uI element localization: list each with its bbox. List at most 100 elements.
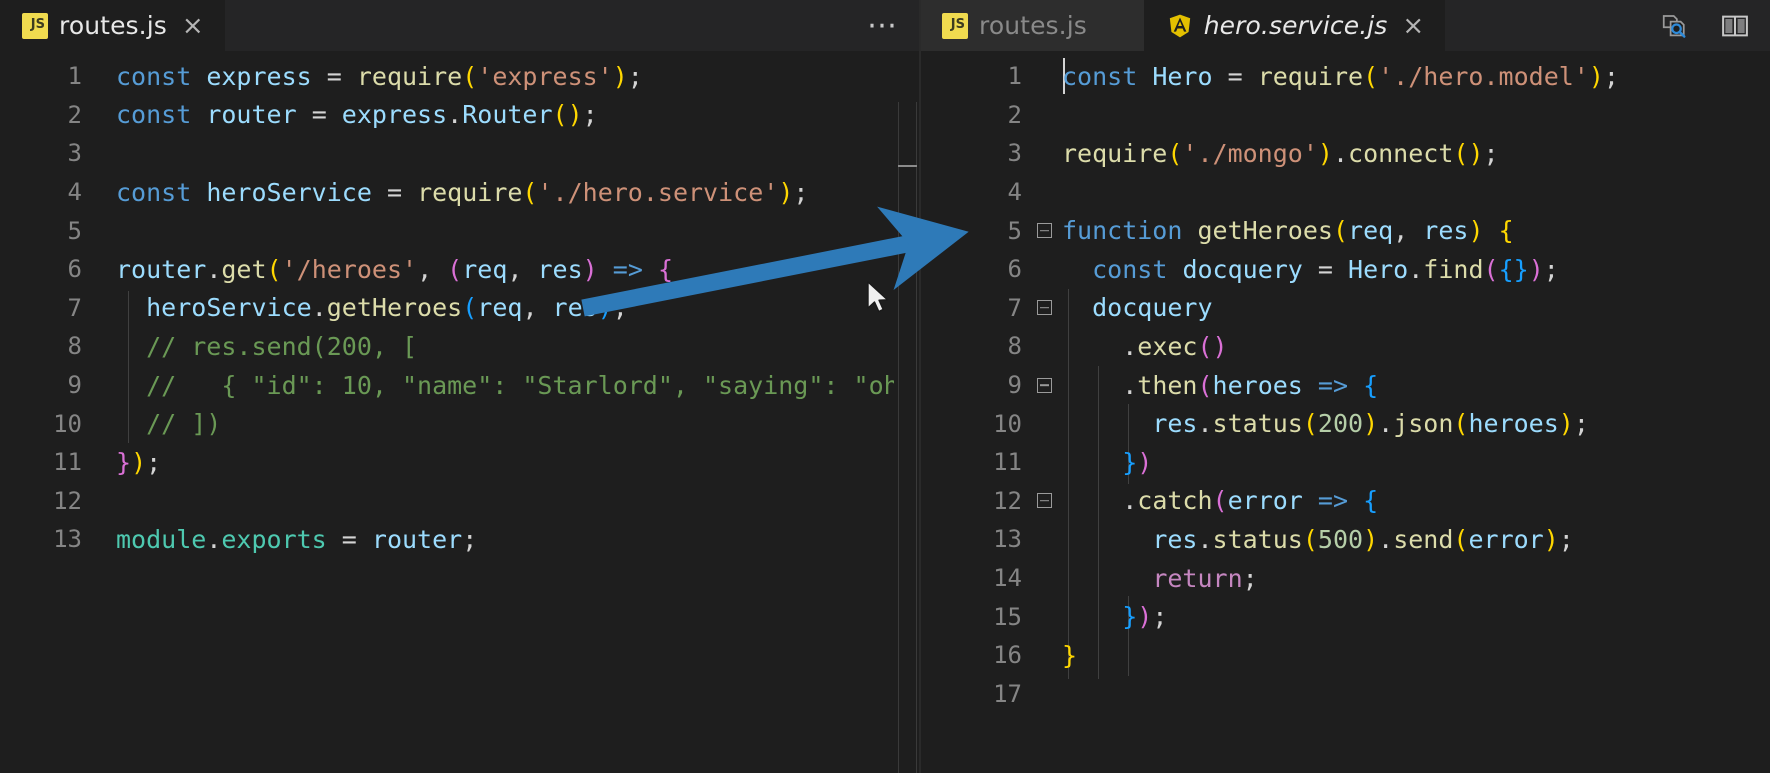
code-line[interactable]: 8 .exec() (920, 327, 1770, 366)
tabbar-spacer-right (1445, 0, 1658, 51)
code-line[interactable]: 13 res.status(500).send(error); (920, 520, 1770, 559)
token: const (116, 178, 191, 207)
line-number: 10 (0, 410, 96, 438)
token: , (1393, 216, 1423, 245)
vscode-window: JS routes.js × ⋯ 1const express = requir… (0, 0, 1770, 773)
code-line[interactable]: 4const heroService = require('./hero.ser… (0, 173, 920, 212)
line-number: 2 (0, 101, 96, 129)
token: ( (447, 255, 462, 284)
token: , (507, 255, 537, 284)
code-line[interactable]: 3require('./mongo').connect(); (920, 134, 1770, 173)
token: . (206, 525, 221, 554)
code-line[interactable]: 9 // { "id": 10, "name": "Starlord", "sa… (0, 366, 920, 405)
code-line[interactable]: 16} (920, 636, 1770, 675)
code-line[interactable]: 4 (920, 173, 1770, 212)
scrollbar-thumb[interactable] (898, 165, 917, 167)
token: ( (1333, 216, 1348, 245)
token: catch (1137, 486, 1212, 515)
code-line[interactable]: 11}); (0, 443, 920, 482)
code-line[interactable]: 2 (920, 96, 1770, 135)
token: . (1197, 525, 1212, 554)
open-changes-icon[interactable] (1658, 9, 1692, 43)
token: const (1062, 62, 1137, 91)
token: docquery (1182, 255, 1302, 284)
code-text: } (1058, 641, 1077, 670)
code-line[interactable]: 15 }); (920, 597, 1770, 636)
overview-rail (898, 102, 899, 773)
code-line[interactable]: 17 (920, 675, 1770, 714)
token: . (1062, 371, 1137, 400)
token: res (1152, 409, 1197, 438)
token: // ]) (116, 409, 221, 438)
token: // { "id": 10, "name": "Starlord", "sayi… (116, 371, 920, 400)
token: ( (1167, 139, 1182, 168)
code-line[interactable]: 12 .catch(error => { (920, 482, 1770, 521)
token (1062, 409, 1152, 438)
token: ; (583, 100, 598, 129)
token: req (1348, 216, 1393, 245)
code-text: const Hero = require('./hero.model'); (1058, 62, 1619, 91)
token: ) (568, 100, 583, 129)
token: ) (1559, 409, 1574, 438)
editor-group-divider[interactable] (919, 0, 921, 773)
token (1484, 216, 1499, 245)
line-number: 8 (920, 332, 1030, 360)
token: . (1378, 525, 1393, 554)
fold-collapse-icon[interactable] (1030, 223, 1058, 238)
line-number: 10 (920, 410, 1030, 438)
line-number: 9 (0, 371, 96, 399)
code-text: .then(heroes => { (1058, 371, 1378, 400)
token: = (312, 62, 357, 91)
editor-right[interactable]: 1const Hero = require('./hero.model');23… (920, 51, 1770, 773)
editor-left[interactable]: 1const express = require('express');2con… (0, 51, 920, 773)
code-line[interactable]: 10 // ]) (0, 404, 920, 443)
token: docquery (1092, 293, 1212, 322)
token: const (1092, 255, 1167, 284)
code-line[interactable]: 7 docquery (920, 289, 1770, 328)
code-line[interactable]: 10 res.status(200).json(heroes); (920, 404, 1770, 443)
code-line[interactable]: 8 // res.send(200, [ (0, 327, 920, 366)
code-line[interactable]: 14 return; (920, 559, 1770, 598)
code-text: module.exports = router; (112, 525, 477, 554)
code-line[interactable]: 11 }) (920, 443, 1770, 482)
token: router (372, 525, 462, 554)
fold-collapse-icon[interactable] (1030, 300, 1058, 315)
tab-hero-service-js[interactable]: hero.service.js × (1145, 0, 1446, 51)
token: . (1062, 332, 1137, 361)
split-editor-icon[interactable] (1718, 9, 1752, 43)
code-line[interactable]: 7 heroService.getHeroes(req, res); (0, 289, 920, 328)
fold-collapse-icon[interactable] (1030, 493, 1058, 508)
token: function (1062, 216, 1182, 245)
token: ; (1544, 255, 1559, 284)
code-line[interactable]: 2const router = express.Router(); (0, 96, 920, 135)
token: ( (1453, 139, 1468, 168)
code-line[interactable]: 6 const docquery = Hero.find({}); (920, 250, 1770, 289)
token: exports (221, 525, 326, 554)
code-line[interactable]: 13module.exports = router; (0, 520, 920, 559)
tab-close-button[interactable]: × (178, 13, 208, 39)
code-text: const docquery = Hero.find({}); (1058, 255, 1559, 284)
tab-routes-js-left[interactable]: JS routes.js × (0, 0, 225, 51)
token: ; (1604, 62, 1619, 91)
code-line[interactable]: 5function getHeroes(req, res) { (920, 211, 1770, 250)
tab-label: hero.service.js (1204, 11, 1388, 40)
overview-ruler-left[interactable] (894, 102, 920, 773)
tabbar-actions-right (1658, 0, 1770, 51)
line-number: 11 (0, 448, 96, 476)
editor-group-right: JS routes.js × hero.service.js × (920, 0, 1770, 773)
code-line[interactable]: 1const express = require('express'); (0, 57, 920, 96)
code-line[interactable]: 3 (0, 134, 920, 173)
token: ( (267, 255, 282, 284)
code-line[interactable]: 12 (0, 482, 920, 521)
line-number: 6 (0, 255, 96, 283)
code-line[interactable]: 1const Hero = require('./hero.model'); (920, 57, 1770, 96)
fold-collapse-icon[interactable] (1030, 378, 1058, 393)
more-actions-icon[interactable]: ⋯ (867, 20, 902, 32)
code-line[interactable]: 9 .then(heroes => { (920, 366, 1770, 405)
tab-close-button[interactable]: × (1398, 13, 1428, 39)
tab-routes-js-right[interactable]: JS routes.js × (920, 0, 1145, 51)
code-line[interactable]: 6router.get('/heroes', (req, res) => { (0, 250, 920, 289)
code-line[interactable]: 5 (0, 211, 920, 250)
line-number: 4 (920, 178, 1030, 206)
token: => (1318, 486, 1348, 515)
